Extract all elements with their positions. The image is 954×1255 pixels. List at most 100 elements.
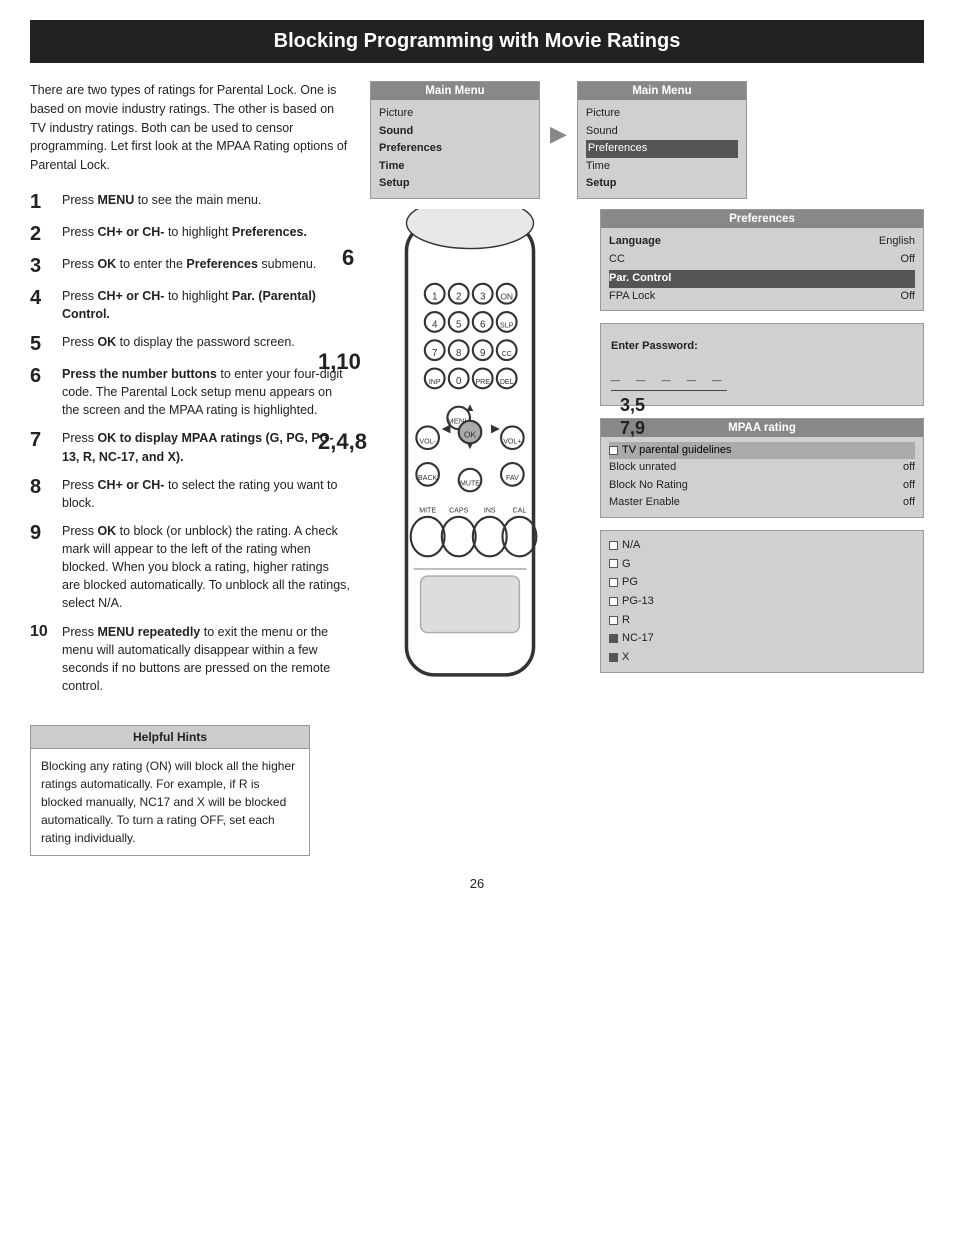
rating-pg-label: PG [622, 573, 638, 592]
screens-column: Preferences Language English CC Off Par.… [600, 209, 924, 673]
main-menu-body-1: Picture Sound Preferences Time Setup [371, 100, 539, 198]
rating-x-label: X [622, 648, 629, 667]
step-1: 1 Press MENU to see the main menu. [30, 191, 350, 213]
step-num-3: 3 [30, 255, 54, 277]
step-label-110: 1,10 [318, 349, 361, 375]
hints-body: Blocking any rating (ON) will block all … [31, 749, 309, 855]
step-9: 9 Press OK to block (or unblock) the rat… [30, 522, 350, 613]
main-menu-screen-2: Main Menu Picture Sound Preferences Time… [577, 81, 747, 199]
pref-language-value: English [879, 233, 915, 251]
rating-nc17-label: NC-17 [622, 629, 654, 648]
menu2-sound: Sound [586, 123, 738, 141]
rating-g-checkbox [609, 559, 618, 568]
rating-pg13-checkbox [609, 597, 618, 606]
rating-r: R [609, 611, 915, 630]
step-num-9: 9 [30, 522, 54, 613]
block-norating-label: Block No Rating [609, 477, 688, 495]
block-unrated-value: off [903, 459, 915, 477]
preferences-screen: Preferences Language English CC Off Par.… [600, 209, 924, 311]
rating-g-label: G [622, 555, 631, 574]
svg-text:7: 7 [432, 348, 438, 359]
master-enable-row: Master Enable off [609, 494, 915, 512]
block-norating-row: Block No Rating off [609, 477, 915, 495]
svg-text:1: 1 [432, 291, 438, 302]
ratings-list-screen: N/A G PG PG-13 [600, 530, 924, 673]
step-num-7: 7 [30, 429, 54, 465]
mpaa-label: TV parental guidelines [622, 442, 731, 460]
step-text-4: Press CH+ or CH- to highlight Par. (Pare… [62, 287, 350, 323]
svg-text:CAPS: CAPS [449, 507, 468, 514]
svg-text:▶: ▶ [491, 423, 500, 435]
step-6: 6 Press the number buttons to enter your… [30, 365, 350, 419]
pref-cc-value: Off [901, 251, 915, 269]
menu-item-time: Time [379, 158, 531, 176]
step-3: 3 Press OK to enter the Preferences subm… [30, 255, 350, 277]
pref-fpalock-value: Off [901, 288, 915, 306]
step-4: 4 Press CH+ or CH- to highlight Par. (Pa… [30, 287, 350, 323]
step-label-6: 6 [342, 245, 354, 271]
svg-text:VOL-: VOL- [419, 438, 436, 445]
menu2-time: Time [586, 158, 738, 176]
svg-text:OK: OK [464, 430, 477, 440]
rating-pg13: PG-13 [609, 592, 915, 611]
pref-cc-row: CC Off [609, 251, 915, 269]
rating-x: X [609, 648, 915, 667]
rating-nc17: NC-17 [609, 629, 915, 648]
step-text-2: Press CH+ or CH- to highlight Preference… [62, 223, 307, 245]
step-num-4: 4 [30, 287, 54, 323]
block-unrated-row: Block unrated off [609, 459, 915, 477]
menu2-preferences: Preferences [586, 140, 738, 158]
main-menu-screen-1: Main Menu Picture Sound Preferences Time… [370, 81, 540, 199]
step-num-5: 5 [30, 333, 54, 355]
svg-text:INP: INP [429, 379, 441, 386]
intro-text: There are two types of ratings for Paren… [30, 81, 350, 175]
step-num-10: 10 [30, 623, 54, 696]
main-menu-title-2: Main Menu [578, 82, 746, 100]
step-label-248: 2,4,8 [318, 429, 367, 455]
pref-fpalock-label: FPA Lock [609, 288, 655, 306]
hints-title: Helpful Hints [31, 726, 309, 749]
ratings-list-body: N/A G PG PG-13 [601, 531, 923, 672]
master-enable-value: off [903, 494, 915, 512]
svg-text:2: 2 [456, 291, 462, 302]
step-text-7: Press OK to display MPAA ratings (G, PG,… [62, 429, 350, 465]
svg-text:CAL: CAL [513, 507, 527, 514]
svg-text:BACK: BACK [418, 475, 437, 482]
svg-text:INS: INS [484, 507, 496, 514]
menu-item-preferences: Preferences [379, 140, 531, 158]
remote-svg: 1 2 3 ON 4 5 6 SLP [370, 209, 570, 689]
mpaa-screen-title: MPAA rating [601, 419, 923, 437]
helpful-hints-box: Helpful Hints Blocking any rating (ON) w… [30, 725, 310, 856]
rating-pg: PG [609, 573, 915, 592]
svg-text:DEL: DEL [500, 379, 514, 386]
rating-r-checkbox [609, 616, 618, 625]
rating-na-checkbox [609, 541, 618, 550]
step-num-1: 1 [30, 191, 54, 213]
rating-nc17-checkbox [609, 634, 618, 643]
svg-text:ON: ON [500, 291, 513, 301]
svg-text:0: 0 [456, 376, 462, 387]
password-label: Enter Password: [611, 338, 913, 356]
pref-language-label: Language [609, 233, 661, 251]
step-text-9: Press OK to block (or unblock) the ratin… [62, 522, 350, 613]
step-2: 2 Press CH+ or CH- to highlight Preferen… [30, 223, 350, 245]
pref-parcontrol-label: Par. Control [609, 270, 671, 288]
svg-text:3: 3 [480, 291, 486, 302]
step-text-5: Press OK to display the password screen. [62, 333, 295, 355]
steps-list: 1 Press MENU to see the main menu. 2 Pre… [30, 191, 350, 695]
svg-text:CC: CC [502, 351, 512, 358]
svg-text:▲: ▲ [464, 402, 475, 414]
svg-text:4: 4 [432, 320, 438, 331]
menu-arrow-1: ▶ [550, 121, 567, 147]
step-text-3: Press OK to enter the Preferences submen… [62, 255, 316, 277]
step-num-2: 2 [30, 223, 54, 245]
menu2-setup: Setup [586, 175, 738, 193]
step-label-3579: 3,57,9 [620, 394, 645, 441]
password-blanks: _ _ _ _ _ [611, 362, 727, 391]
svg-text:8: 8 [456, 348, 462, 359]
step-num-8: 8 [30, 476, 54, 512]
preferences-screen-title: Preferences [601, 210, 923, 228]
svg-text:FAV: FAV [506, 475, 519, 482]
step-num-6: 6 [30, 365, 54, 419]
svg-text:5: 5 [456, 320, 462, 331]
